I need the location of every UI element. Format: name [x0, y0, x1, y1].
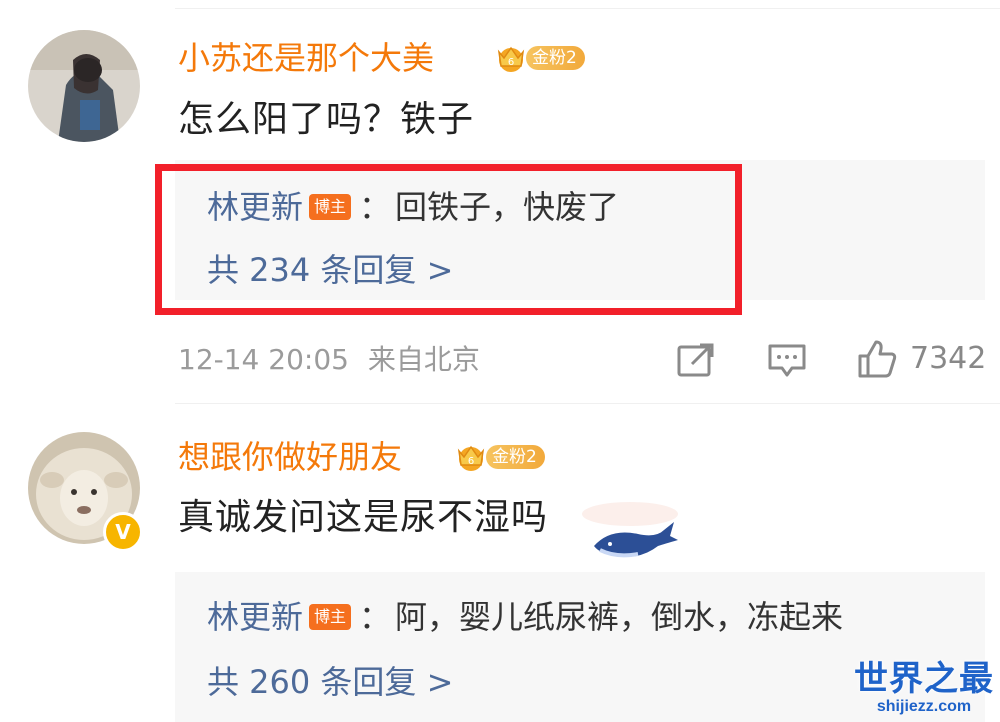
fan-badge[interactable]: 6 金粉2	[452, 441, 545, 473]
divider	[175, 403, 1000, 404]
comment-icon[interactable]	[766, 342, 808, 380]
comment-time: 12-14 20:05	[178, 343, 349, 376]
comment-username[interactable]: 小苏还是那个大美	[178, 38, 434, 78]
reply-count-label: 共 260 条回复 >	[207, 663, 454, 701]
divider	[175, 8, 1000, 9]
repost-icon[interactable]	[676, 342, 716, 378]
reply-author[interactable]: 林更新	[207, 597, 303, 637]
whale-sticker	[582, 502, 678, 558]
reply-colon: ：	[359, 598, 392, 636]
reply-text: 阿，婴儿纸尿裤，倒水，冻起来	[395, 598, 844, 636]
avatar-photo	[28, 30, 140, 142]
avatar[interactable]	[28, 30, 140, 142]
comment-text: 真诚发问这是尿不湿吗	[178, 497, 549, 538]
svg-text:6: 6	[468, 456, 474, 467]
like-icon[interactable]	[856, 338, 898, 380]
comment-meta: 12-14 20:05 来自北京	[178, 340, 480, 380]
reply-line: 林更新 博主 ： 阿，婴儿纸尿裤，倒水，冻起来	[207, 597, 843, 637]
highlight-box	[155, 164, 742, 315]
fan-badge-label: 金粉2	[486, 445, 545, 469]
comment-username[interactable]: 想跟你做好朋友	[178, 437, 402, 477]
crown-icon: 6	[497, 46, 525, 72]
comment-feed: 小苏还是那个大美 6 金粉2 怎么阳了吗？铁子 林更新 博主 ： 回铁子，快废了…	[0, 0, 1000, 722]
watermark-title: 世界之最	[854, 659, 994, 699]
verified-badge: V	[103, 512, 143, 552]
watermark-url: shijiezz.com	[876, 698, 972, 715]
watermark: 世界之最 shijiezz.com	[854, 660, 994, 716]
reply-count-link[interactable]: 共 260 条回复 >	[207, 662, 453, 702]
fan-badge-label: 金粉2	[526, 46, 585, 70]
crown-icon: 6	[457, 445, 485, 471]
comment-location: 来自北京	[367, 343, 480, 376]
like-count: 7342	[910, 341, 987, 376]
svg-text:6: 6	[508, 57, 514, 68]
comment-text: 怎么阳了吗？铁子	[178, 99, 475, 140]
fan-badge[interactable]: 6 金粉2	[492, 42, 585, 74]
blogger-badge: 博主	[309, 604, 352, 630]
